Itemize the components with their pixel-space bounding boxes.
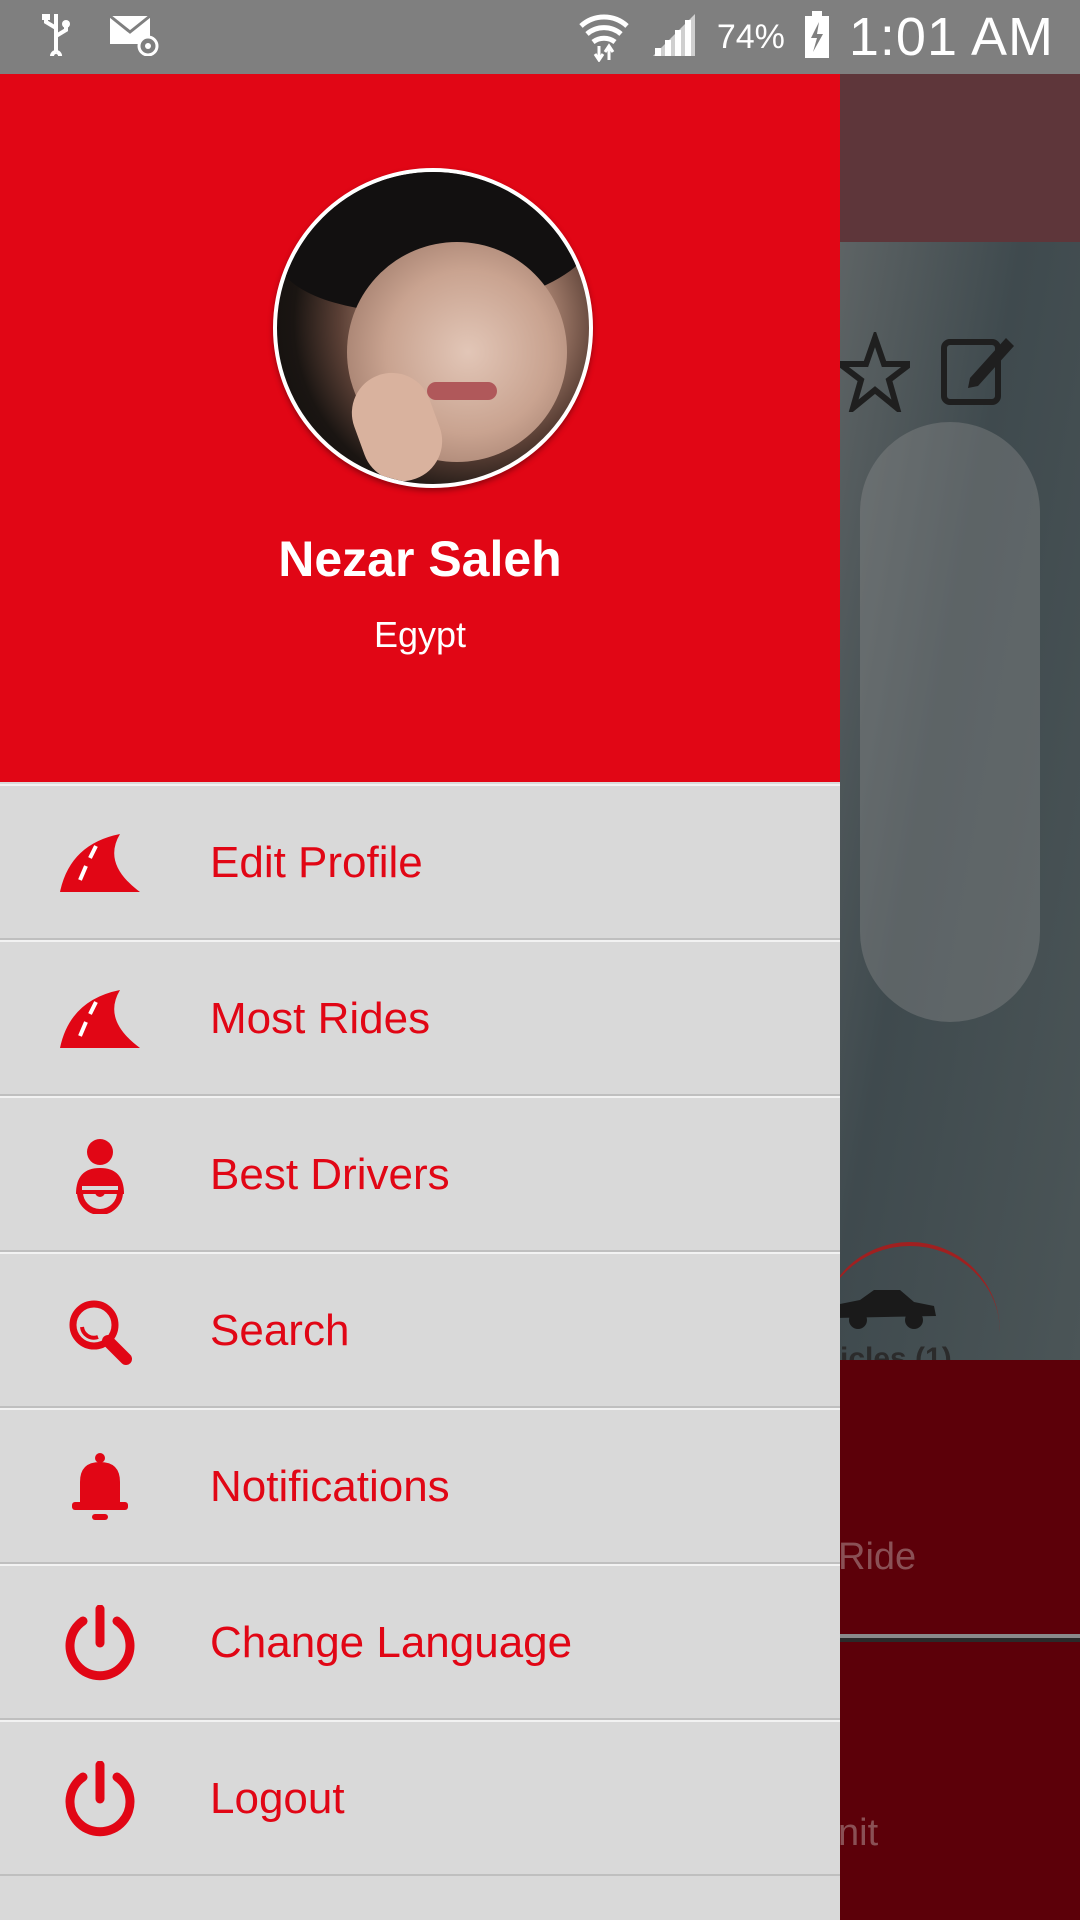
menu-item-label: Most Rides bbox=[210, 994, 431, 1043]
menu-item-label: Search bbox=[210, 1306, 350, 1355]
star-icon bbox=[831, 328, 919, 417]
drawer-header: Nezar Saleh Egypt bbox=[0, 74, 840, 782]
power-icon bbox=[60, 1760, 140, 1840]
road-icon bbox=[60, 980, 140, 1060]
car-icon bbox=[830, 1282, 940, 1337]
road-icon bbox=[60, 824, 140, 904]
menu-item-best-drivers[interactable]: Best Drivers bbox=[0, 1096, 840, 1252]
signal-icon bbox=[649, 10, 699, 65]
status-bar: 74% 1:01 AM bbox=[0, 0, 1080, 74]
wifi-icon bbox=[577, 8, 631, 67]
bottom-label: nit bbox=[838, 1812, 879, 1854]
clock: 1:01 AM bbox=[848, 7, 1054, 67]
edit-icon bbox=[940, 332, 1016, 417]
battery-percent: 74% bbox=[716, 17, 785, 56]
avatar[interactable] bbox=[273, 168, 593, 488]
drawer-menu: Edit Profile Most Rides Best Drivers Sea… bbox=[0, 784, 840, 1876]
ride-label: Ride bbox=[838, 1536, 917, 1578]
menu-item-most-rides[interactable]: Most Rides bbox=[0, 940, 840, 1096]
power-icon bbox=[60, 1604, 140, 1684]
menu-item-label: Best Drivers bbox=[210, 1150, 450, 1199]
driver-icon bbox=[60, 1136, 140, 1216]
menu-item-edit-profile[interactable]: Edit Profile bbox=[0, 784, 840, 940]
menu-item-label: Logout bbox=[210, 1774, 345, 1823]
menu-item-change-language[interactable]: Change Language bbox=[0, 1564, 840, 1720]
menu-item-notifications[interactable]: Notifications bbox=[0, 1408, 840, 1564]
profile-country: Egypt bbox=[373, 614, 467, 655]
menu-item-label: Notifications bbox=[210, 1462, 450, 1511]
menu-item-label: Edit Profile bbox=[210, 838, 423, 887]
menu-item-search[interactable]: Search bbox=[0, 1252, 840, 1408]
email-icon bbox=[108, 12, 160, 61]
menu-item-logout[interactable]: Logout bbox=[0, 1720, 840, 1876]
profile-name: Nezar Saleh bbox=[278, 531, 562, 587]
usb-icon bbox=[38, 12, 74, 62]
battery-charging-icon bbox=[803, 10, 831, 65]
navigation-drawer: Nezar Saleh Egypt Edit Profile Most Ride… bbox=[0, 74, 840, 1920]
menu-item-label: Change Language bbox=[210, 1618, 573, 1667]
search-icon bbox=[60, 1292, 140, 1372]
bell-icon bbox=[60, 1448, 140, 1528]
